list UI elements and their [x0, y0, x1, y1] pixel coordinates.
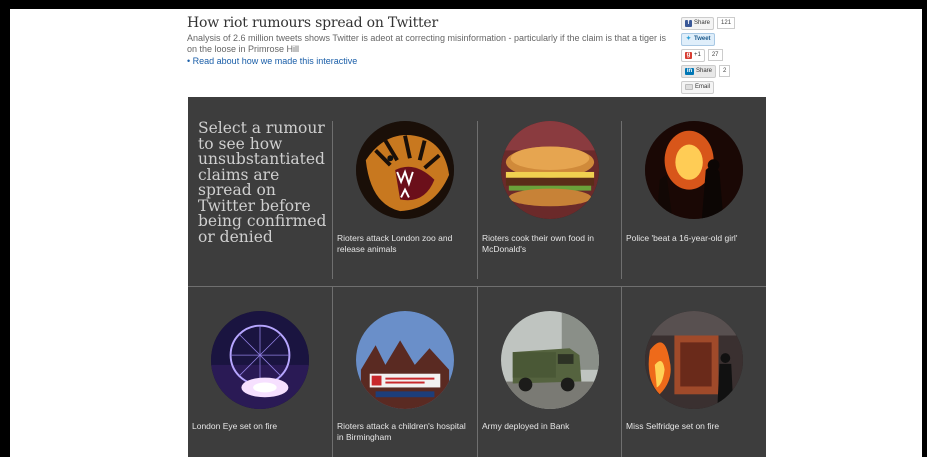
rumour-label: Army deployed in Bank	[482, 421, 570, 431]
riot-fire-photo-icon	[645, 121, 743, 219]
burger-photo-icon	[501, 121, 599, 219]
google-plus-icon: g	[685, 51, 692, 59]
linkedin-share-button[interactable]: in Share	[681, 64, 717, 78]
facebook-share-label: Share	[694, 20, 711, 26]
rumour-item-hospital[interactable]: Rioters attack a children's hospital in …	[333, 287, 477, 457]
tiger-photo-icon	[356, 121, 454, 219]
google-plus-count: 27	[707, 49, 723, 61]
rumour-item-army[interactable]: Army deployed in Bank	[478, 287, 622, 457]
hospital-photo-icon	[356, 311, 454, 409]
article-header: How riot rumours spread on Twitter Analy…	[187, 15, 687, 67]
google-plus-label: +1	[694, 52, 701, 58]
rumour-item-police[interactable]: Police 'beat a 16-year-old girl'	[622, 97, 766, 284]
intro-cell: Select a rumour to see how unsubstantiat…	[188, 97, 332, 284]
facebook-share-count: 121	[717, 17, 736, 29]
google-plus-button[interactable]: g +1	[681, 48, 705, 62]
rumour-grid: Select a rumour to see how unsubstantiat…	[188, 97, 766, 457]
intro-text: Select a rumour to see how unsubstantiat…	[198, 119, 327, 246]
tweet-button[interactable]: ✦ Tweet	[681, 32, 715, 46]
page-title: How riot rumours spread on Twitter	[187, 15, 439, 31]
email-button[interactable]: Email	[681, 80, 715, 94]
facebook-share-button[interactable]: f Share	[681, 16, 715, 30]
army-truck-photo-icon	[501, 311, 599, 409]
rumour-label: Rioters attack a children's hospital in …	[337, 421, 466, 442]
rumour-item-selfridge[interactable]: Miss Selfridge set on fire	[622, 287, 766, 457]
email-label: Email	[695, 84, 711, 90]
rumour-label: London Eye set on fire	[192, 421, 278, 431]
share-widgets: f Share 121 ✦ Tweet g +1 27 in Share 2 Email	[681, 16, 771, 97]
linkedin-icon: in	[685, 67, 694, 75]
rumour-label: Rioters cook their own food in McDonald'…	[482, 233, 594, 254]
twitter-bird-icon: ✦	[685, 35, 692, 42]
linkedin-share-count: 2	[719, 65, 731, 77]
facebook-icon: f	[685, 19, 692, 27]
article-subtitle: Analysis of 2.6 million tweets shows Twi…	[187, 33, 667, 54]
rumour-label: Miss Selfridge set on fire	[626, 421, 720, 431]
envelope-icon	[685, 84, 693, 90]
rumour-item-zoo[interactable]: Rioters attack London zoo and release an…	[333, 97, 477, 284]
rumour-label: Rioters attack London zoo and release an…	[337, 233, 453, 254]
burning-shop-photo-icon	[645, 311, 743, 409]
rumour-item-london-eye[interactable]: London Eye set on fire	[188, 287, 332, 457]
tweet-label: Tweet	[694, 36, 711, 42]
rumour-item-mcdonalds[interactable]: Rioters cook their own food in McDonald'…	[478, 97, 622, 284]
london-eye-photo-icon	[211, 311, 309, 409]
read-about-link[interactable]: • Read about how we made this interactiv…	[187, 56, 687, 67]
article-page: How riot rumours spread on Twitter Analy…	[10, 9, 922, 457]
linkedin-share-label: Share	[696, 68, 713, 74]
rumour-label: Police 'beat a 16-year-old girl'	[626, 233, 738, 243]
